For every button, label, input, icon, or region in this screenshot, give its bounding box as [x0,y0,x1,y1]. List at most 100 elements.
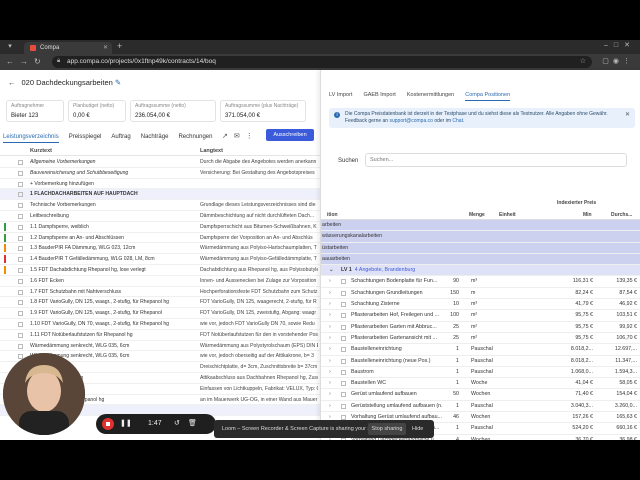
row-checkbox[interactable] [341,403,346,409]
boq-row[interactable]: 1.11 FDT Notüberlaufstutzen für Rhepanol… [0,330,320,341]
boq-row[interactable]: 1.4 BauderPIR T Gefälledämmung, WLG 028,… [0,254,320,265]
position-row[interactable]: › Pflasterarbeiten Hof, Freilegen und ...… [321,310,640,322]
expand-chevron-icon[interactable]: › [329,333,331,344]
row-checkbox[interactable] [341,358,346,364]
delete-icon[interactable]: 🗑︎ [188,419,197,429]
expand-chevron-icon[interactable]: › [329,276,331,287]
browser-toolbar-icons[interactable]: ▢◉⋮ [602,57,634,65]
row-checkbox[interactable] [18,257,23,263]
position-row[interactable]: › Pflasterarbeiten Garten mit Abbruc... 25… [321,322,640,333]
row-checkbox[interactable] [18,311,23,317]
header-menge[interactable]: Menge [469,210,485,220]
expand-chevron-icon[interactable]: › [329,344,331,355]
hide-button[interactable]: Hide [412,423,423,435]
row-checkbox[interactable] [341,392,346,398]
expand-chevron-icon[interactable]: › [329,356,331,367]
boq-row[interactable]: 1.7 FDT Schutzbahn mit Nahtverschluss Hoc… [0,287,320,298]
row-checkbox[interactable] [18,267,23,273]
section-row[interactable]: wässerungskanalarbeiten [321,231,640,243]
boq-row[interactable]: 1.10 FDT VarioGully, DN 70, waagr., 2-st… [0,319,320,330]
tab-search-icon[interactable]: ▾ [6,43,14,51]
expand-chevron-icon[interactable]: › [329,378,331,389]
collapse-chevron-icon[interactable]: ⌄ [329,265,333,276]
boq-row[interactable]: 1.8 FDT VarioGully, DN 125, waagr., 2-st… [0,297,320,309]
url-field[interactable]: 🔒︎ app.compa.co/projects/0x1ftnp49k/cont… [52,56,592,68]
boq-row[interactable]: 1.5 FDT Dachabdichtung Rhepanol hg, lose… [0,265,320,276]
toolbar-icons[interactable]: ↗✉⋮ [222,132,259,140]
row-checkbox[interactable] [341,279,346,285]
support-email-link[interactable]: support@compa.co [389,118,432,124]
tab-auftrag[interactable]: Auftrag [111,132,130,143]
boq-row[interactable]: + Vorbemerkung hinzufügen [0,179,320,190]
boq-row[interactable]: 1.1 Dampfsperre, weiblich Dampfsperrschic… [0,222,320,233]
row-checkbox[interactable] [18,289,23,295]
row-checkbox[interactable] [341,347,346,353]
header-kurztext[interactable]: Kurztext [30,146,52,156]
row-checkbox[interactable] [341,302,346,308]
position-row[interactable]: › Gerüst umlaufend aufbauen 50 Wochen 71,40 … [321,389,640,401]
header-einheit[interactable]: Einheit [499,210,516,220]
boq-row[interactable]: Wärmedämmung senkrecht, WLG 035, 6cm Wärm… [0,341,320,352]
row-checkbox[interactable] [18,224,23,230]
window-controls[interactable]: –□✕ [604,41,636,49]
boq-row[interactable]: 1.3 BauderPIR FA Dämmung, WLG 023, 12cm W… [0,243,320,255]
section-row[interactable]: aauarbeiten [321,253,640,266]
row-checkbox[interactable] [18,321,23,327]
row-checkbox[interactable] [18,332,23,338]
position-row[interactable]: › Baustellen WC 1 Woche 41,04 € 58,05 € [321,378,640,390]
new-tab-icon[interactable]: + [117,41,122,51]
row-checkbox[interactable] [341,335,346,341]
row-checkbox[interactable] [18,203,23,209]
row-checkbox[interactable] [341,324,346,330]
position-row[interactable]: › Gerüststellung umlaufend aufbauen (n...… [321,401,640,413]
position-row[interactable]: › Schachtungen Grundleitungen 150 m 82,24 € 8… [321,288,640,300]
back-arrow-icon[interactable]: ← [8,78,16,87]
edit-pencil-icon[interactable]: ✎ [115,78,121,87]
row-checkbox[interactable] [341,290,346,296]
header-min[interactable]: Min [583,210,592,220]
row-checkbox[interactable] [18,181,23,187]
stop-recording-button[interactable] [102,418,114,430]
row-checkbox[interactable] [18,235,23,241]
position-row[interactable]: › Pflasterarbeiten Gartenansicht mit ... 2… [321,333,640,345]
row-checkbox[interactable] [18,192,23,198]
expand-chevron-icon[interactable]: › [329,322,331,333]
tab-nachtraege[interactable]: Nachträge [141,132,169,143]
header-position[interactable]: ition [327,210,338,220]
restart-icon[interactable]: ↺ [174,419,180,429]
boq-row[interactable]: Bauvereinsicherung und Schutbbeseitigung… [0,168,320,179]
expand-chevron-icon[interactable]: › [329,310,331,321]
expand-chevron-icon[interactable]: › [329,389,331,400]
header-langtext[interactable]: Langtext [200,146,223,156]
close-icon[interactable]: ✕ [625,111,630,118]
tab-compa-positionen[interactable]: Compa Positionen [465,90,511,101]
bookmark-star-icon[interactable]: ☆ [580,57,586,67]
boq-row[interactable]: 1 FLACHDACHARBEITEN AUF HAUPTDACH [0,189,320,201]
boq-row[interactable]: 1.2 Dampfsperre an An- und Abschlüssen Da… [0,233,320,244]
search-input[interactable] [365,153,627,167]
browser-tab[interactable]: Compa ✕ [24,42,112,54]
row-checkbox[interactable] [18,160,23,165]
expand-chevron-icon[interactable]: › [329,288,331,299]
row-checkbox[interactable] [18,213,23,219]
section-row[interactable]: arbeiten [321,220,640,232]
row-checkbox[interactable] [18,170,23,176]
row-checkbox[interactable] [18,246,23,252]
position-row[interactable]: › Baustelleneinrichtung (neue Pos.) 1 Pausc… [321,356,640,367]
row-checkbox[interactable] [18,300,23,306]
reload-icon[interactable]: ↻ [34,57,41,67]
tab-preisspiegel[interactable]: Preisspiegel [69,132,102,143]
header-durchschnitt[interactable]: Durchs... [611,210,632,220]
tab-rechnungen[interactable]: Rechnungen [178,132,212,143]
tab-kostenermittlungen[interactable]: Kostenermittlungen [407,90,454,101]
position-row[interactable]: › Baustelleneinrichtung 1 Pauschal 8.018,2..… [321,344,640,356]
boq-row[interactable]: 1.6 FDT Ecken Innen- und Aussenecken bei … [0,276,320,287]
position-row[interactable]: › Schachtung Zisterne 10 m³ 41,79 € 46,92 € [321,299,640,311]
boq-row[interactable]: Technische Vorbemerkungen Grundlage diese… [0,200,320,211]
section-row[interactable]: üstarbeiten [321,242,640,254]
expand-chevron-icon[interactable]: › [329,299,331,310]
back-icon[interactable]: ← [6,57,14,67]
ausschreiben-button[interactable]: Ausschreiben [266,129,314,141]
position-row[interactable]: › Schachtungen Bodenplatte für Fun... 90 m³… [321,276,640,288]
tab-leistungsverzeichnis[interactable]: Leistungsverzeichnis [3,132,59,143]
